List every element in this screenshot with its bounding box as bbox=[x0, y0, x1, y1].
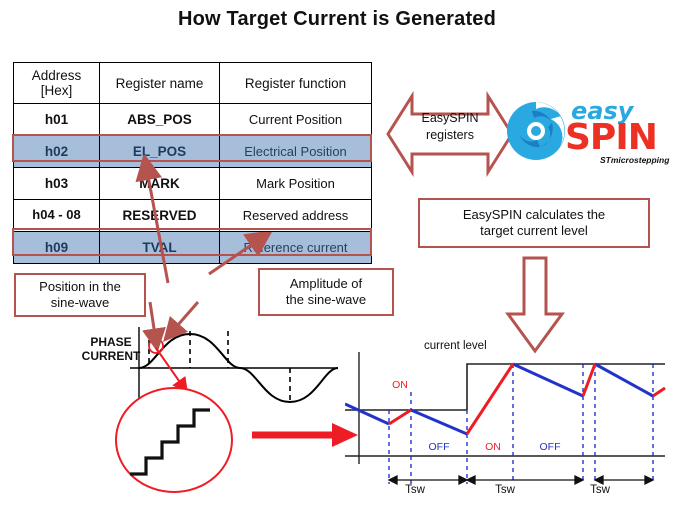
cell-register-function: Current Position bbox=[219, 103, 372, 136]
arrow-to-mark-row bbox=[135, 155, 170, 284]
cell-address: h01 bbox=[13, 103, 100, 136]
spin-swirl-icon bbox=[507, 102, 565, 160]
calculates-line2: target current level bbox=[480, 223, 588, 238]
cell-register-function: Electrical Position bbox=[219, 135, 372, 168]
on-label: ON bbox=[392, 379, 408, 391]
cell-register-function: Mark Position bbox=[219, 167, 372, 200]
page-title: How Target Current is Generated bbox=[177, 8, 497, 30]
cell-register-name: ABS_POS bbox=[99, 103, 220, 136]
header-register-name: Register name bbox=[99, 62, 220, 104]
cell-address: h04 - 08 bbox=[13, 199, 100, 232]
tsw-label-2: Tsw bbox=[495, 484, 515, 496]
registers-label-line2: registers bbox=[426, 127, 474, 142]
header-address-line2: [Hex] bbox=[40, 83, 73, 98]
logo-tagline: STmicrostepping bbox=[600, 155, 670, 165]
amplitude-line1: Amplitude of bbox=[289, 275, 363, 291]
table-row-highlighted: h02 EL_POS Electrical Position bbox=[13, 135, 372, 168]
position-line2: sine-wave bbox=[50, 295, 110, 310]
registers-label-line1: EasySPIN bbox=[421, 111, 479, 125]
arrow-to-tval-row bbox=[208, 232, 273, 276]
tsw-label-1: Tsw bbox=[405, 484, 425, 496]
callout-easyspin-calculates: EasySPIN calculates the target current l… bbox=[418, 198, 650, 248]
table-row: h03 MARK Mark Position bbox=[13, 167, 372, 200]
table-header-row: Address [Hex] Register name Register fun… bbox=[13, 62, 372, 104]
table-row-highlighted: h09 TVAL Reference current bbox=[13, 231, 372, 264]
amplitude-line2: the sine-wave bbox=[285, 292, 367, 307]
off-label: OFF bbox=[429, 441, 450, 453]
cell-address: h09 bbox=[13, 231, 100, 264]
register-table: Address [Hex] Register name Register fun… bbox=[13, 62, 372, 264]
header-address-line1: Address bbox=[31, 68, 82, 83]
table-row: h04 - 08 RESERVED Reserved address bbox=[13, 199, 372, 232]
logo-spin-text: SPIN bbox=[565, 117, 658, 158]
off-label: OFF bbox=[540, 441, 561, 453]
header-register-function: Register function bbox=[219, 62, 372, 104]
cell-register-function: Reserved address bbox=[219, 199, 372, 232]
down-arrow-icon bbox=[505, 256, 565, 354]
calculates-line1: EasySPIN calculates the bbox=[462, 206, 606, 222]
current-chopping-chart: ON OFF ON OFF bbox=[345, 352, 666, 486]
tsw-label-3: Tsw bbox=[590, 484, 610, 496]
cell-address: h02 bbox=[13, 135, 100, 168]
current-level-label: current level bbox=[424, 340, 487, 352]
cell-address: h03 bbox=[13, 167, 100, 200]
table-row: h01 ABS_POS Current Position bbox=[13, 103, 372, 136]
header-address: Address [Hex] bbox=[13, 62, 100, 104]
magnifier-staircase bbox=[115, 387, 233, 493]
easyspin-logo: easy SPIN STmicrostepping bbox=[505, 95, 669, 167]
easyspin-registers-label: EasySPIN registers bbox=[386, 110, 514, 144]
on-label: ON bbox=[485, 441, 501, 453]
position-line1: Position in the bbox=[39, 278, 121, 294]
